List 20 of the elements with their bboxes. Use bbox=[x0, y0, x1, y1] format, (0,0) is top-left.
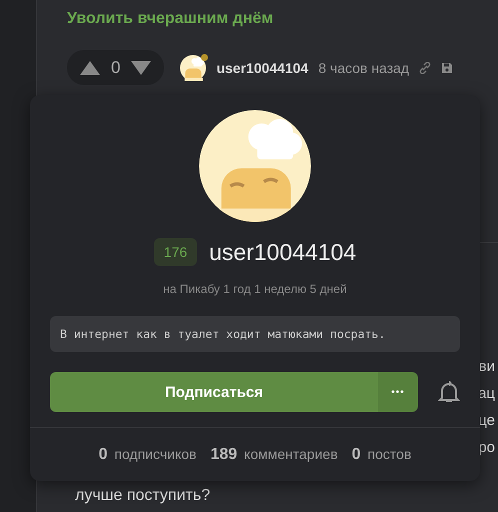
comment-rating: 0 bbox=[111, 58, 120, 78]
rating-badge: 176 bbox=[154, 238, 198, 266]
link-icon[interactable] bbox=[419, 62, 432, 74]
profile-about: В интернет как в туалет ходит матюками посрать. bbox=[50, 316, 460, 352]
comment-author[interactable]: user10044104 bbox=[216, 60, 308, 76]
save-icon[interactable] bbox=[441, 62, 454, 74]
post-title[interactable]: Уволить вчерашним днём bbox=[67, 10, 498, 28]
subscribe-button[interactable]: Подписаться bbox=[50, 372, 378, 412]
bell-icon[interactable] bbox=[438, 380, 460, 404]
stat-text: 0 постов bbox=[352, 446, 412, 464]
avatar-icon[interactable] bbox=[180, 54, 206, 80]
member-since: на Пикабу 1 год 1 неделю 5 дней bbox=[163, 282, 347, 296]
post-text: лучше поступить? bbox=[74, 487, 212, 505]
profile-username[interactable]: user10044104 bbox=[209, 238, 356, 266]
stat-text: 0 подписчиков bbox=[98, 446, 196, 464]
comment-time: 8 часов назад bbox=[318, 60, 410, 76]
stat-text: 189 комментариев bbox=[210, 446, 338, 464]
upvote-icon[interactable] bbox=[79, 60, 101, 76]
more-button[interactable]: ••• bbox=[378, 372, 418, 412]
downvote-icon[interactable] bbox=[130, 60, 152, 76]
